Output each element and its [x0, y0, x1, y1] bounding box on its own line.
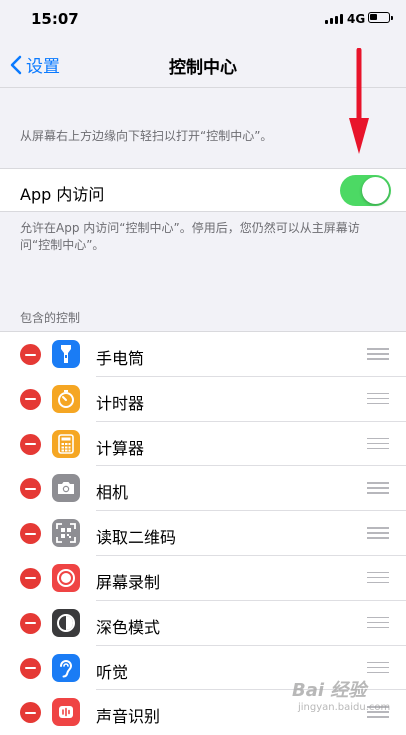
screen-recording-icon	[52, 563, 80, 592]
battery-icon	[368, 12, 393, 23]
remove-control-button[interactable]	[20, 612, 41, 634]
status-bar: 15:07 4G	[0, 0, 406, 38]
control-label: 相机	[96, 483, 129, 503]
remove-control-button[interactable]	[20, 702, 41, 724]
camera-icon	[52, 474, 80, 503]
control-label: 声音识别	[96, 707, 161, 727]
access-in-apps-footer: 允许在App 内访问“控制中心”。停用后，您仍然可以从主屏幕访问“控制中心”。	[20, 221, 360, 252]
control-row: 相机	[0, 466, 406, 512]
remove-control-button[interactable]	[20, 657, 41, 679]
reorder-handle-icon[interactable]	[367, 392, 389, 405]
cellular-signal-icon	[325, 14, 343, 24]
sound-recognition-icon	[52, 698, 80, 727]
included-controls-list: 手电筒计时器计算器相机读取二维码屏幕录制深色模式听觉声音识别	[0, 331, 406, 735]
remove-control-button[interactable]	[20, 433, 41, 455]
qr-code-icon	[52, 519, 80, 548]
access-in-apps-label: App 内访问	[20, 185, 105, 204]
watermark-brand: Bai 经验	[292, 680, 367, 701]
control-row: 屏幕录制	[0, 556, 406, 601]
intro-description: 从屏幕右上方边缘向下轻扫以打开“控制中心”。	[20, 129, 273, 143]
access-in-apps-toggle[interactable]	[340, 175, 391, 206]
reorder-handle-icon[interactable]	[367, 437, 389, 450]
battery-nub	[391, 16, 393, 20]
flashlight-icon	[52, 340, 80, 368]
toggle-knob	[362, 177, 389, 204]
network-type: 4G	[347, 12, 366, 26]
remove-control-button[interactable]	[20, 523, 41, 545]
control-row: 计算器	[0, 422, 406, 467]
watermark: Bai 经验 jingyan.baidu.com	[290, 676, 400, 720]
reorder-handle-icon[interactable]	[367, 527, 389, 539]
remove-control-button[interactable]	[20, 388, 41, 410]
control-label: 听觉	[96, 662, 129, 682]
calculator-icon	[52, 429, 80, 458]
remove-control-button[interactable]	[20, 567, 41, 589]
reorder-handle-icon[interactable]	[367, 482, 389, 494]
remove-control-button[interactable]	[20, 478, 41, 500]
timer-icon	[52, 384, 80, 413]
remove-control-button[interactable]	[20, 344, 41, 365]
battery-level	[370, 14, 377, 20]
reorder-handle-icon[interactable]	[367, 661, 389, 674]
watermark-url: jingyan.baidu.com	[298, 702, 391, 713]
included-controls-header: 包含的控制	[20, 311, 81, 325]
control-row: 深色模式	[0, 601, 406, 646]
hearing-icon	[52, 653, 80, 682]
control-label: 读取二维码	[96, 528, 177, 548]
reorder-handle-icon[interactable]	[367, 348, 389, 360]
control-label: 计算器	[96, 438, 145, 458]
reorder-handle-icon[interactable]	[367, 616, 389, 629]
control-label: 手电筒	[96, 349, 145, 368]
control-label: 深色模式	[96, 617, 161, 637]
access-in-apps-row: App 内访问	[0, 168, 406, 212]
control-label: 计时器	[96, 393, 145, 413]
control-row: 计时器	[0, 377, 406, 422]
reorder-handle-icon[interactable]	[367, 571, 389, 584]
control-row: 手电筒	[0, 332, 406, 377]
control-row: 读取二维码	[0, 511, 406, 556]
annotation-arrow-icon	[349, 48, 369, 154]
dark-mode-icon	[52, 608, 80, 637]
control-label: 屏幕录制	[96, 572, 161, 592]
status-time: 15:07	[31, 10, 79, 28]
